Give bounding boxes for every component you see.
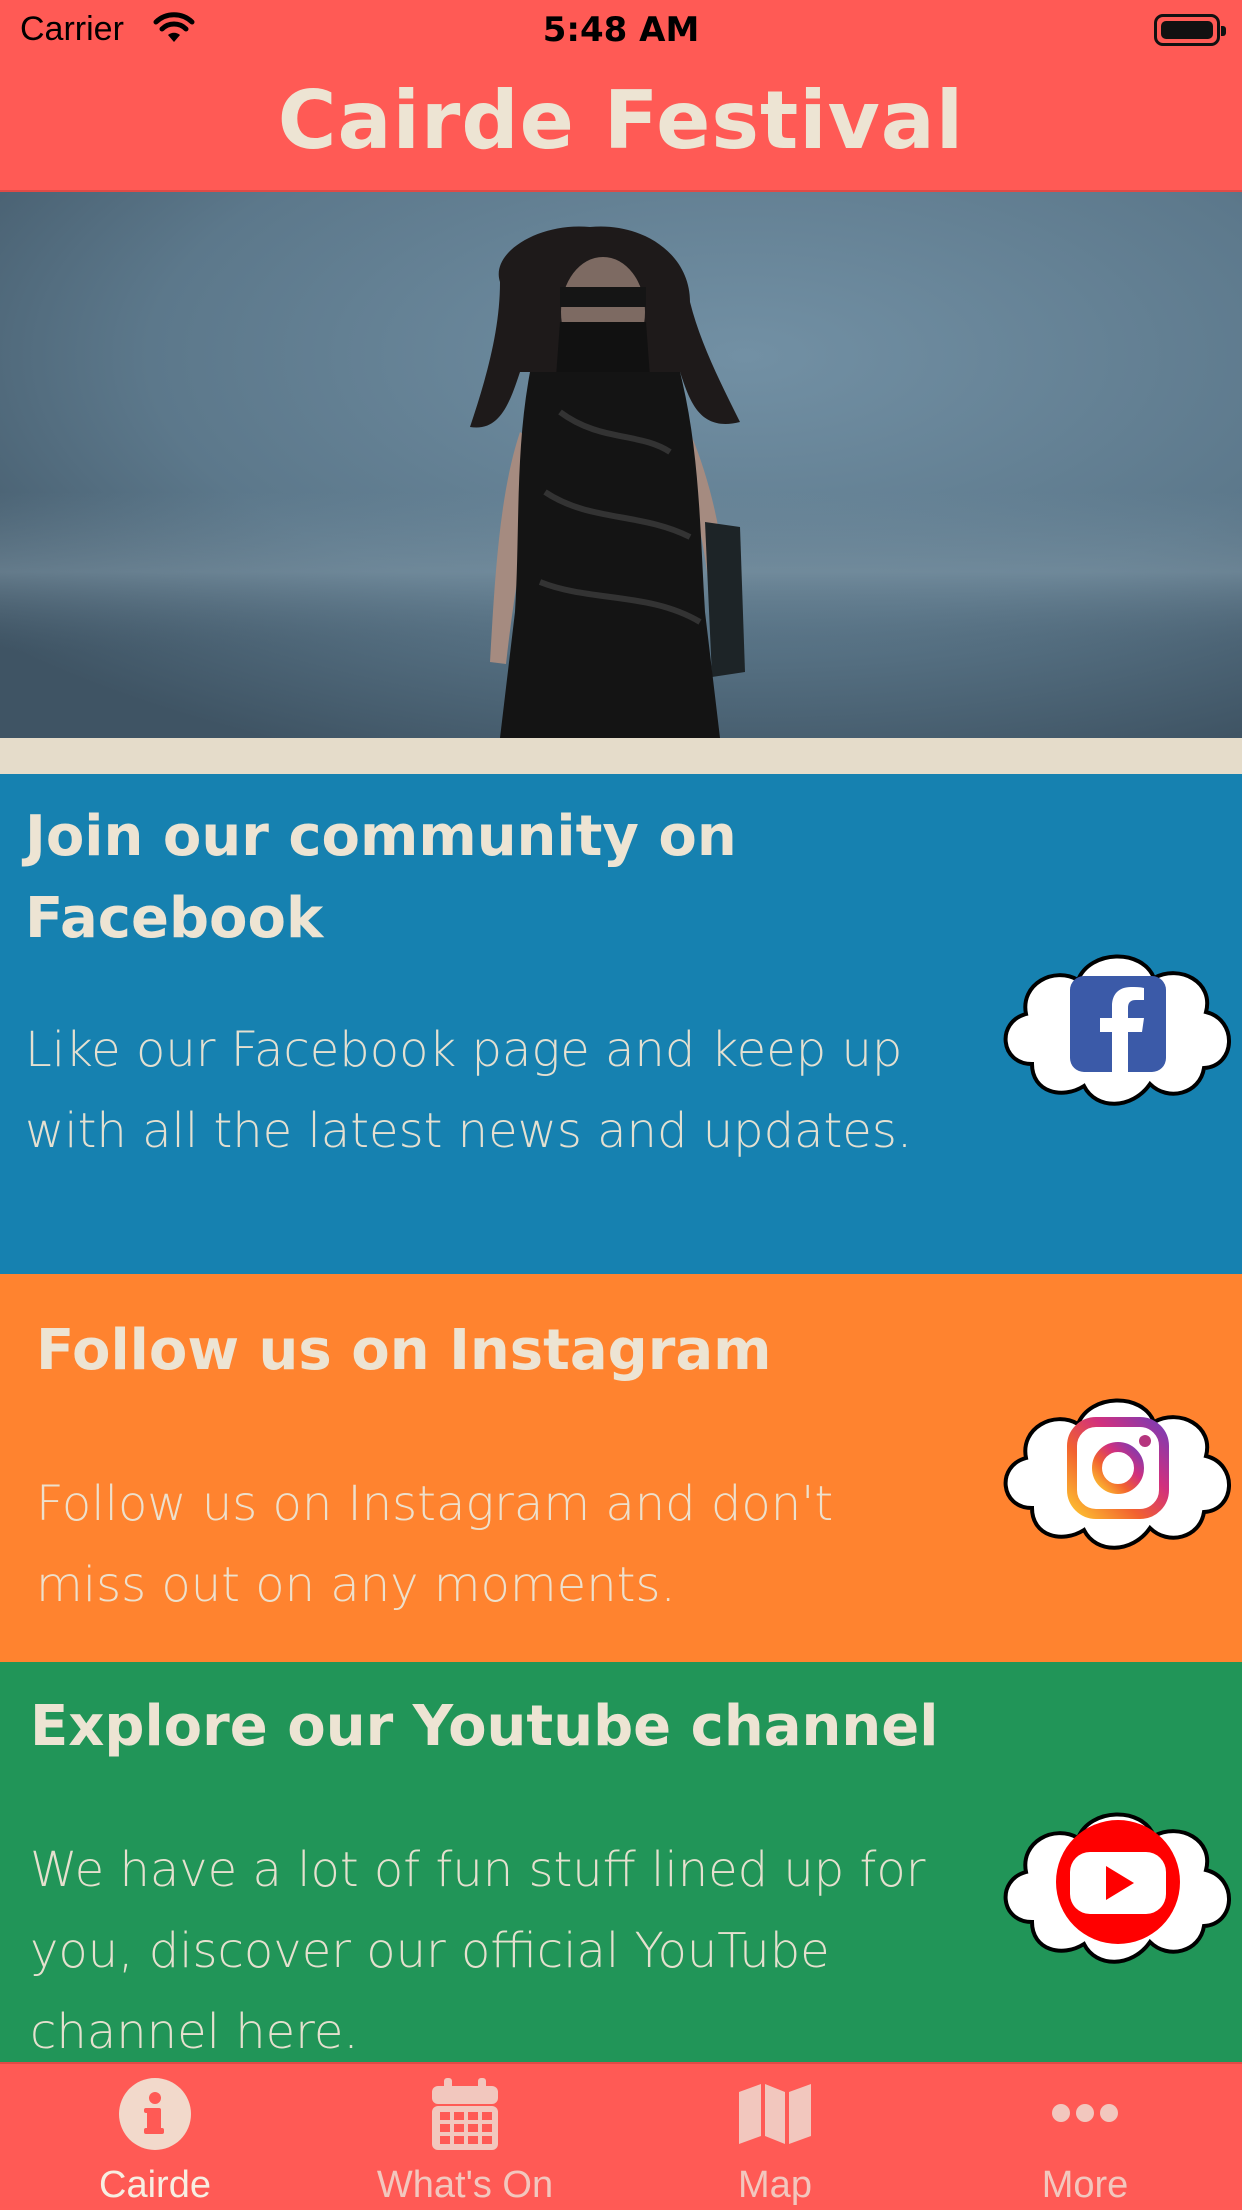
tab-label: What's On bbox=[376, 2164, 554, 2206]
instagram-card-title: Follow us on Instagram bbox=[36, 1318, 772, 1383]
battery-icon bbox=[1154, 14, 1226, 46]
facebook-icon[interactable] bbox=[992, 934, 1242, 1119]
instagram-card-description: Follow us on Instagram and don't miss ou… bbox=[36, 1476, 834, 1613]
youtube-card-title: Explore our Youtube channel bbox=[30, 1694, 939, 1759]
instagram-icon[interactable] bbox=[992, 1378, 1242, 1563]
tab-label: More bbox=[1041, 2164, 1129, 2206]
tab-bar: Cairde What's On Map More bbox=[0, 2062, 1242, 2210]
youtube-card[interactable]: Explore our Youtube channel We have a lo… bbox=[0, 1662, 1242, 2062]
status-time: 5:48 AM bbox=[542, 10, 700, 50]
page-title: Cairde Festival bbox=[277, 74, 965, 167]
instagram-card[interactable]: Follow us on Instagram Follow us on Inst… bbox=[0, 1274, 1242, 1662]
facebook-card-description: Like our Facebook page and keep up with … bbox=[25, 1022, 913, 1159]
calendar-icon bbox=[310, 2076, 620, 2154]
map-icon bbox=[620, 2076, 930, 2154]
facebook-card[interactable]: Join our community on Facebook Like our … bbox=[0, 774, 1242, 1274]
section-divider bbox=[0, 738, 1242, 774]
tab-label: Map bbox=[738, 2164, 812, 2206]
youtube-icon[interactable] bbox=[992, 1792, 1242, 1977]
tab-whats-on[interactable]: What's On bbox=[310, 2064, 620, 2210]
tab-map[interactable]: Map bbox=[620, 2064, 930, 2210]
facebook-card-title: Join our community on Facebook bbox=[25, 804, 737, 951]
tab-cairde[interactable]: Cairde bbox=[0, 2064, 310, 2210]
tab-label: Cairde bbox=[99, 2164, 211, 2206]
navigation-bar: Cairde Festival bbox=[0, 62, 1242, 192]
hero-photo bbox=[0, 192, 1242, 738]
info-icon bbox=[0, 2076, 310, 2154]
tab-more[interactable]: More bbox=[930, 2064, 1240, 2210]
more-icon bbox=[930, 2076, 1240, 2154]
status-bar: Carrier 5:48 AM bbox=[0, 0, 1242, 62]
youtube-card-description: We have a lot of fun stuff lined up for … bbox=[30, 1842, 926, 2060]
